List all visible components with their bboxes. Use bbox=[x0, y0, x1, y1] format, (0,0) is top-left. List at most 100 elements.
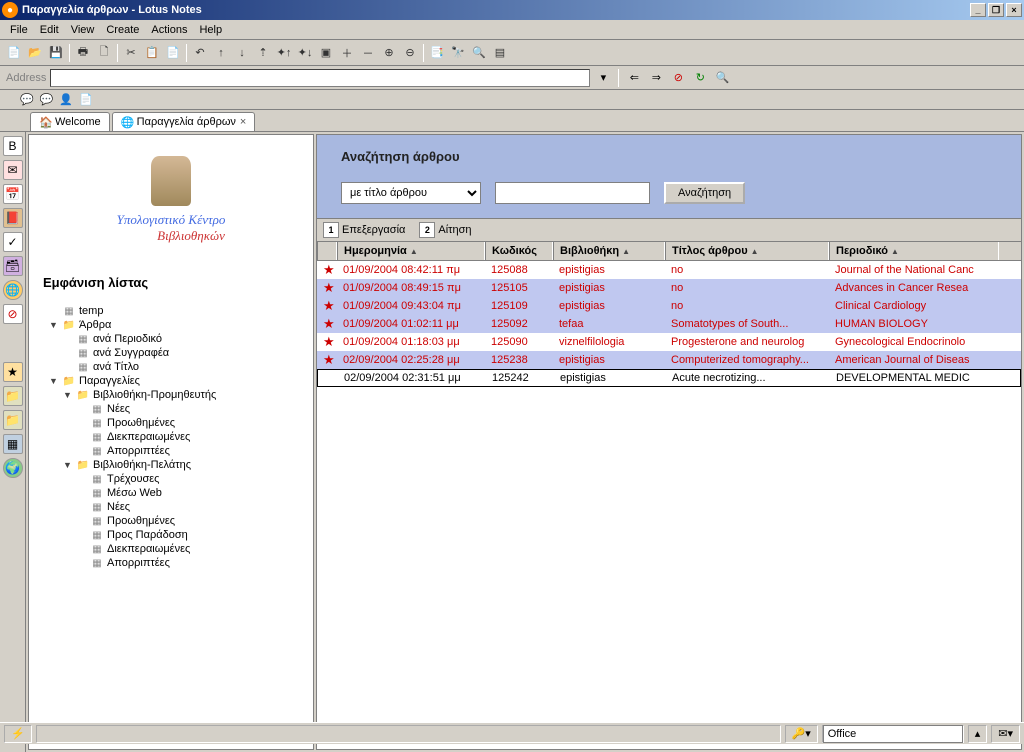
tree-processed-2[interactable]: ▦Διεκπεραιωμένες bbox=[35, 542, 307, 556]
binoculars-icon[interactable]: 🔭 bbox=[448, 43, 468, 63]
tree-new-1[interactable]: ▦Νέες bbox=[35, 402, 307, 416]
minus-icon[interactable]: － bbox=[358, 43, 378, 63]
close-button[interactable]: × bbox=[1006, 3, 1022, 17]
col-journal[interactable]: Περιοδικό▲ bbox=[829, 242, 999, 260]
rail-bookmark-icon[interactable]: B bbox=[3, 136, 23, 156]
nav-forward-icon[interactable]: ⇒ bbox=[647, 69, 665, 87]
rail-more-icon[interactable]: ▦ bbox=[3, 434, 23, 454]
doc-icon[interactable]: 📄 bbox=[79, 93, 93, 106]
tab-close-icon[interactable]: × bbox=[240, 116, 246, 128]
tree-current[interactable]: ▦Τρέχουσες bbox=[35, 472, 307, 486]
table-row[interactable]: ★01/09/2004 01:02:11 μμ125092tefaaSomato… bbox=[317, 315, 1021, 333]
rail-stop-icon[interactable]: ⊘ bbox=[3, 304, 23, 324]
twisty-icon[interactable]: ▼ bbox=[63, 460, 73, 470]
menu-edit[interactable]: Edit bbox=[34, 22, 65, 38]
tree-by-journal[interactable]: ▦ανά Περιοδικό bbox=[35, 332, 307, 346]
status-mail-icon[interactable]: ✉▾ bbox=[991, 725, 1020, 743]
tree-rejected-1[interactable]: ▦Απορριπτέες bbox=[35, 444, 307, 458]
nav-up-icon[interactable]: ⇡ bbox=[253, 43, 273, 63]
rail-todo-icon[interactable]: ✓ bbox=[3, 232, 23, 252]
copy-button[interactable]: 📋 bbox=[142, 43, 162, 63]
tree-for-delivery[interactable]: ▦Προς Παράδοση bbox=[35, 528, 307, 542]
chat-icon[interactable]: 💬 bbox=[20, 93, 34, 106]
menu-actions[interactable]: Actions bbox=[145, 22, 193, 38]
star-down-icon[interactable]: ✦↓ bbox=[295, 43, 315, 63]
tree-lib-supplier[interactable]: ▼📁Βιβλιοθήκη-Προμηθευτής bbox=[35, 388, 307, 402]
stop-icon[interactable]: ⊘ bbox=[669, 69, 687, 87]
tree-rejected-2[interactable]: ▦Απορριπτέες bbox=[35, 556, 307, 570]
table-row[interactable]: 02/09/2004 02:31:51 μμ125242epistigiasAc… bbox=[317, 369, 1021, 387]
status-sec-icon[interactable]: 🔑▾ bbox=[785, 725, 818, 743]
menu-create[interactable]: Create bbox=[100, 22, 145, 38]
col-date[interactable]: Ημερομηνία▲ bbox=[337, 242, 485, 260]
tree-lib-client[interactable]: ▼📁Βιβλιοθήκη-Πελάτης bbox=[35, 458, 307, 472]
twisty-icon[interactable]: ▼ bbox=[49, 376, 59, 386]
col-code[interactable]: Κωδικός bbox=[485, 242, 553, 260]
twisty-icon[interactable]: ▼ bbox=[63, 390, 73, 400]
fullscreen-icon[interactable]: ▣ bbox=[316, 43, 336, 63]
star-up-icon[interactable]: ✦↑ bbox=[274, 43, 294, 63]
person-icon[interactable]: 👤 bbox=[59, 93, 73, 106]
restore-button[interactable]: ❐ bbox=[988, 3, 1004, 17]
search-icon[interactable]: 🔍 bbox=[469, 43, 489, 63]
tree-forwarded-2[interactable]: ▦Προωθημένες bbox=[35, 514, 307, 528]
collapse-icon[interactable]: ⊕ bbox=[379, 43, 399, 63]
print-button[interactable]: 🖶 bbox=[73, 43, 93, 63]
rail-folder2-icon[interactable]: 📁 bbox=[3, 410, 23, 430]
table-row[interactable]: ★01/09/2004 01:18:03 μμ125090viznelfilol… bbox=[317, 333, 1021, 351]
minimize-button[interactable]: _ bbox=[970, 3, 986, 17]
tree-new-2[interactable]: ▦Νέες bbox=[35, 500, 307, 514]
tree-processed-1[interactable]: ▦Διεκπεραιωμένες bbox=[35, 430, 307, 444]
tab-orders[interactable]: 🌐 Παραγγελία άρθρων × bbox=[112, 112, 256, 131]
arrow-up-icon[interactable]: ↑ bbox=[211, 43, 231, 63]
rail-folder-icon[interactable]: 📁 bbox=[3, 386, 23, 406]
col-library[interactable]: Βιβλιοθήκη▲ bbox=[553, 242, 665, 260]
undo-button[interactable]: ↶ bbox=[190, 43, 210, 63]
col-star[interactable] bbox=[317, 242, 337, 260]
table-row[interactable]: ★02/09/2004 02:25:28 μμ125238epistigiasC… bbox=[317, 351, 1021, 369]
tree-forwarded-1[interactable]: ▦Προωθημένες bbox=[35, 416, 307, 430]
rail-globe-icon[interactable]: 🌐 bbox=[3, 280, 23, 300]
plus-icon[interactable]: ＋ bbox=[337, 43, 357, 63]
open-button[interactable]: 📂 bbox=[25, 43, 45, 63]
chat-icon-2[interactable]: 💬 bbox=[40, 93, 54, 106]
arrow-down-icon[interactable]: ↓ bbox=[232, 43, 252, 63]
rail-book-icon[interactable]: 📕 bbox=[3, 208, 23, 228]
status-location-dropdown[interactable] bbox=[823, 725, 963, 743]
menu-help[interactable]: Help bbox=[193, 22, 228, 38]
search-web-icon[interactable]: 🔍 bbox=[713, 69, 731, 87]
address-dropdown-icon[interactable]: ▾ bbox=[594, 69, 612, 87]
search-type-select[interactable]: με τίτλο άρθρου bbox=[341, 182, 481, 204]
action-request[interactable]: 2 Αίτηση bbox=[419, 222, 471, 238]
search-button[interactable]: Αναζήτηση bbox=[664, 182, 745, 204]
tree-by-title[interactable]: ▦ανά Τίτλο bbox=[35, 360, 307, 374]
tree-orders[interactable]: ▼📁Παραγγελίες bbox=[35, 374, 307, 388]
table-row[interactable]: ★01/09/2004 09:43:04 πμ125109epistigiasn… bbox=[317, 297, 1021, 315]
col-title[interactable]: Τίτλος άρθρου▲ bbox=[665, 242, 829, 260]
table-row[interactable]: ★01/09/2004 08:42:11 πμ125088epistigiasn… bbox=[317, 261, 1021, 279]
properties-icon[interactable]: ▤ bbox=[490, 43, 510, 63]
copy-link-icon[interactable]: 📑 bbox=[427, 43, 447, 63]
cut-button[interactable]: ✂ bbox=[121, 43, 141, 63]
save-button[interactable]: 💾 bbox=[46, 43, 66, 63]
tree-via-web[interactable]: ▦Μέσω Web bbox=[35, 486, 307, 500]
rail-mail-icon[interactable]: ✉ bbox=[3, 160, 23, 180]
address-input[interactable] bbox=[50, 69, 590, 87]
table-row[interactable]: ★01/09/2004 08:49:15 πμ125105epistigiasn… bbox=[317, 279, 1021, 297]
preview-button[interactable]: 🗋 bbox=[94, 43, 114, 63]
status-net-icon[interactable]: ⚡ bbox=[4, 725, 32, 743]
rail-world-icon[interactable]: 🌍 bbox=[3, 458, 23, 478]
expand-icon[interactable]: ⊖ bbox=[400, 43, 420, 63]
refresh-icon[interactable]: ↻ bbox=[691, 69, 709, 87]
menu-view[interactable]: View bbox=[65, 22, 101, 38]
rail-favorites-icon[interactable]: ★ bbox=[3, 362, 23, 382]
menu-file[interactable]: File bbox=[4, 22, 34, 38]
tree-by-author[interactable]: ▦ανά Συγγραφέα bbox=[35, 346, 307, 360]
twisty-icon[interactable]: ▼ bbox=[49, 320, 59, 330]
rail-calendar-icon[interactable]: 📅 bbox=[3, 184, 23, 204]
new-button[interactable]: 📄 bbox=[4, 43, 24, 63]
status-arrow-icon[interactable]: ▴ bbox=[968, 725, 988, 743]
paste-button[interactable]: 📄 bbox=[163, 43, 183, 63]
tree-articles[interactable]: ▼📁Άρθρα bbox=[35, 318, 307, 332]
rail-db-icon[interactable]: 🗃 bbox=[3, 256, 23, 276]
